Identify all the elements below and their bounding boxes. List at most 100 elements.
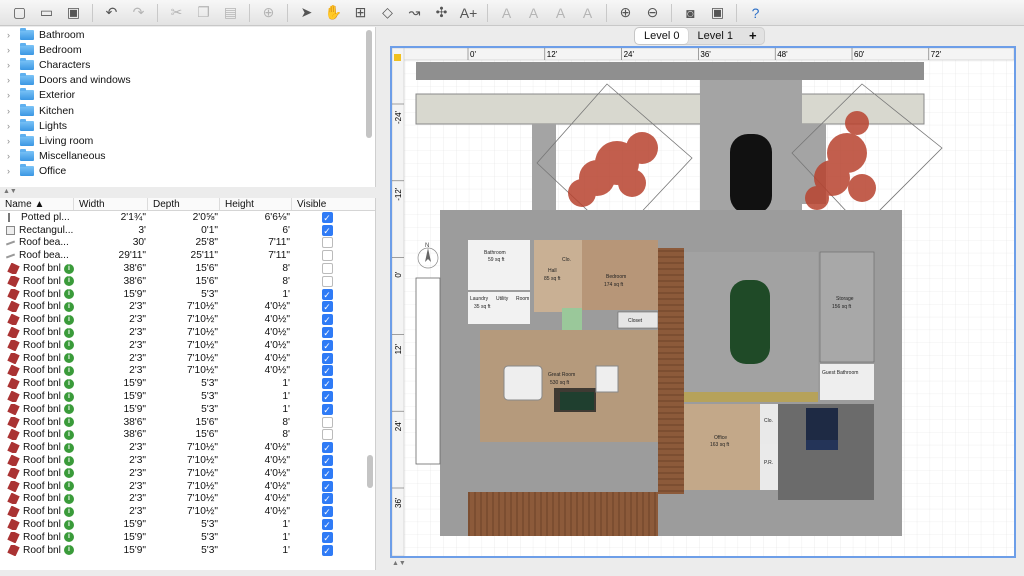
info-icon[interactable]: i bbox=[63, 404, 74, 415]
table-row[interactable]: Roof bnl i 15'9" 5'3" 1' ✓ bbox=[0, 288, 375, 301]
create-dimensions-button[interactable]: ✣ bbox=[431, 2, 453, 24]
catalog-category[interactable]: › Living room bbox=[0, 133, 375, 148]
open-button[interactable]: ▭ bbox=[36, 2, 58, 24]
chevron-right-icon[interactable]: › bbox=[7, 45, 17, 55]
info-icon[interactable]: i bbox=[63, 442, 74, 453]
chevron-right-icon[interactable]: › bbox=[7, 90, 17, 100]
save-button[interactable]: ▣ bbox=[63, 2, 85, 24]
catalog-category[interactable]: › Kitchen bbox=[0, 103, 375, 118]
visible-checkbox[interactable]: ✓ bbox=[321, 519, 333, 531]
visible-checkbox[interactable]: ✓ bbox=[321, 352, 333, 364]
visible-checkbox[interactable]: ✓ bbox=[321, 391, 333, 403]
catalog-category[interactable]: › Office bbox=[0, 164, 375, 179]
chevron-right-icon[interactable]: › bbox=[7, 106, 17, 116]
table-row[interactable]: Roof bnl i 2'3" 7'10½" 4'0½" ✓ bbox=[0, 441, 375, 454]
visible-checkbox[interactable]: ✓ bbox=[321, 467, 333, 479]
plan-view[interactable]: 0' 12' 24' 36' 48' 60' 72' -24' -12' 0' 12' 24' 36' bbox=[390, 46, 1016, 558]
visible-checkbox[interactable]: ✓ bbox=[321, 544, 333, 556]
create-polylines-button[interactable]: ↝ bbox=[404, 2, 426, 24]
visible-checkbox[interactable]: ✓ bbox=[321, 378, 333, 390]
left-right-splitter[interactable] bbox=[377, 27, 387, 576]
chevron-right-icon[interactable]: › bbox=[7, 166, 17, 176]
visible-checkbox[interactable] bbox=[321, 429, 333, 441]
table-row[interactable]: Roof bea... 30' 25'8" 7'11" bbox=[0, 237, 375, 250]
visible-checkbox[interactable]: ✓ bbox=[321, 506, 333, 518]
column-header-width[interactable]: Width bbox=[74, 198, 148, 210]
column-header-name[interactable]: Name ▲ bbox=[0, 198, 74, 210]
table-row[interactable]: Roof bnl i 38'6" 15'6" 8' bbox=[0, 429, 375, 442]
zoom-in-button[interactable]: ⊕ bbox=[615, 2, 637, 24]
info-icon[interactable]: i bbox=[63, 532, 74, 543]
table-row[interactable]: Roof bnl i 15'9" 5'3" 1' ✓ bbox=[0, 518, 375, 531]
info-icon[interactable]: i bbox=[63, 417, 74, 428]
visible-checkbox[interactable]: ✓ bbox=[321, 403, 333, 415]
visible-checkbox[interactable]: ✓ bbox=[321, 211, 333, 223]
visible-checkbox[interactable]: ✓ bbox=[321, 531, 333, 543]
visible-checkbox[interactable]: ✓ bbox=[321, 327, 333, 339]
info-icon[interactable]: i bbox=[63, 327, 74, 338]
text-style-1-button[interactable]: A bbox=[496, 2, 518, 24]
zoom-out-button[interactable]: ⊖ bbox=[642, 2, 664, 24]
info-icon[interactable]: i bbox=[63, 353, 74, 364]
table-row[interactable]: Roof bnl i 2'3" 7'10½" 4'0½" ✓ bbox=[0, 301, 375, 314]
table-row[interactable]: Roof bnl i 2'3" 7'10½" 4'0½" ✓ bbox=[0, 454, 375, 467]
info-icon[interactable]: i bbox=[63, 519, 74, 530]
visible-checkbox[interactable] bbox=[321, 263, 333, 275]
chevron-right-icon[interactable]: › bbox=[7, 60, 17, 70]
create-photo-button[interactable]: ◙ bbox=[680, 2, 702, 24]
info-icon[interactable]: i bbox=[63, 289, 74, 300]
visible-checkbox[interactable]: ✓ bbox=[321, 442, 333, 454]
visible-checkbox[interactable]: ✓ bbox=[321, 314, 333, 326]
visible-checkbox[interactable]: ✓ bbox=[321, 224, 333, 236]
info-icon[interactable]: i bbox=[63, 365, 74, 376]
table-row[interactable]: Roof bnl i 15'9" 5'3" 1' ✓ bbox=[0, 377, 375, 390]
chevron-right-icon[interactable]: › bbox=[7, 30, 17, 40]
table-row[interactable]: Roof bnl i 2'3" 7'10½" 4'0½" ✓ bbox=[0, 365, 375, 378]
plan-splitter[interactable]: ▲▼ bbox=[390, 560, 1024, 576]
info-icon[interactable]: i bbox=[63, 391, 74, 402]
catalog-category[interactable]: › Lights bbox=[0, 118, 375, 133]
table-row[interactable]: Roof bnl i 2'3" 7'10½" 4'0½" ✓ bbox=[0, 480, 375, 493]
info-icon[interactable]: i bbox=[63, 314, 74, 325]
cut-button[interactable]: ✂ bbox=[166, 2, 188, 24]
visible-checkbox[interactable]: ✓ bbox=[321, 480, 333, 492]
select-mode-button[interactable]: ➤ bbox=[296, 2, 318, 24]
table-row[interactable]: Roof bnl i 15'9" 5'3" 1' ✓ bbox=[0, 390, 375, 403]
visible-checkbox[interactable]: ✓ bbox=[321, 455, 333, 467]
bold-button[interactable]: A bbox=[550, 2, 572, 24]
chevron-right-icon[interactable]: › bbox=[7, 121, 17, 131]
table-row[interactable]: Rectangul... 3' 0'1" 6' ✓ bbox=[0, 224, 375, 237]
column-header-depth[interactable]: Depth bbox=[148, 198, 220, 210]
info-icon[interactable]: i bbox=[63, 493, 74, 504]
undo-button[interactable]: ↶ bbox=[101, 2, 123, 24]
table-row[interactable]: Roof bnl i 2'3" 7'10½" 4'0½" ✓ bbox=[0, 339, 375, 352]
visible-checkbox[interactable] bbox=[321, 416, 333, 428]
table-row[interactable]: Roof bnl i 15'9" 5'3" 1' ✓ bbox=[0, 544, 375, 557]
table-row[interactable]: Roof bnl i 2'3" 7'10½" 4'0½" ✓ bbox=[0, 467, 375, 480]
column-header-height[interactable]: Height bbox=[220, 198, 292, 210]
info-icon[interactable]: i bbox=[63, 429, 74, 440]
tab-level-1[interactable]: Level 1 bbox=[688, 28, 741, 44]
catalog-category[interactable]: › Bedroom bbox=[0, 42, 375, 57]
table-scrollbar[interactable] bbox=[367, 455, 373, 488]
table-row[interactable]: Roof bnl i 2'3" 7'10½" 4'0½" ✓ bbox=[0, 313, 375, 326]
info-icon[interactable]: i bbox=[63, 545, 74, 556]
create-walls-button[interactable]: ⊞ bbox=[350, 2, 372, 24]
create-rooms-button[interactable]: ◇ bbox=[377, 2, 399, 24]
table-row[interactable]: Roof bnl i 38'6" 15'6" 8' bbox=[0, 275, 375, 288]
catalog-table-splitter[interactable]: ▲▼ bbox=[0, 188, 376, 198]
info-icon[interactable]: i bbox=[63, 263, 74, 274]
info-icon[interactable]: i bbox=[63, 506, 74, 517]
catalog-scrollbar[interactable] bbox=[366, 30, 372, 138]
chevron-right-icon[interactable]: › bbox=[7, 136, 17, 146]
floor-plan-canvas[interactable]: 0' 12' 24' 36' 48' 60' 72' -24' -12' 0' 12' 24' 36' bbox=[392, 48, 1014, 556]
tab-level-0[interactable]: Level 0 bbox=[635, 28, 689, 44]
visible-checkbox[interactable] bbox=[321, 275, 333, 287]
table-row[interactable]: Roof bnl i 2'3" 7'10½" 4'0½" ✓ bbox=[0, 493, 375, 506]
add-text-button[interactable]: A+ bbox=[458, 2, 480, 24]
catalog-category[interactable]: › Characters bbox=[0, 57, 375, 72]
table-row[interactable]: Roof bnl i 2'3" 7'10½" 4'0½" ✓ bbox=[0, 505, 375, 518]
table-row[interactable]: Roof bea... 29'11" 25'11" 7'11" bbox=[0, 249, 375, 262]
info-icon[interactable]: i bbox=[63, 301, 74, 312]
catalog-category[interactable]: › Bathroom bbox=[0, 27, 375, 42]
